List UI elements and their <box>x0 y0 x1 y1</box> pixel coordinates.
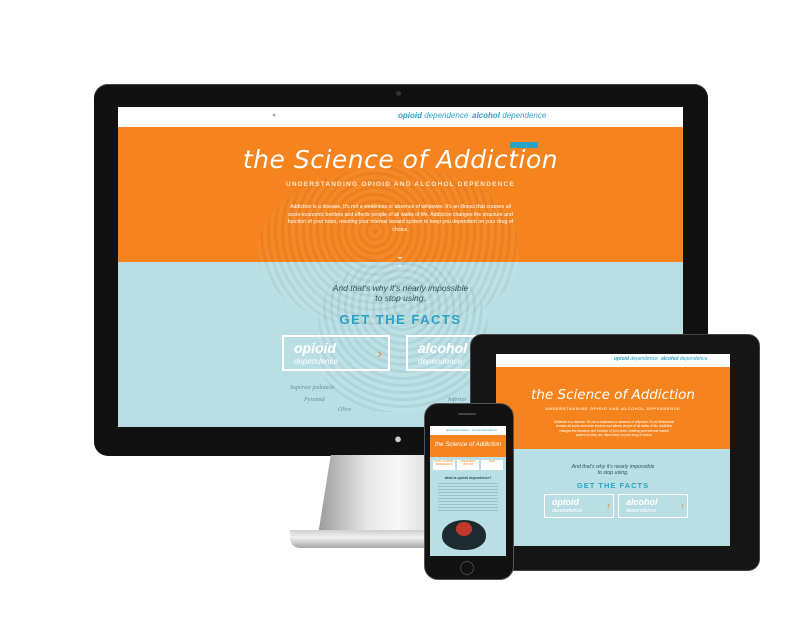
hero-title: the Science of Addiction <box>242 145 559 174</box>
share-button[interactable] <box>510 142 538 148</box>
brain-image-highlight <box>456 522 472 536</box>
phone-screen: opioid dependence alcohol dependence the… <box>430 426 506 556</box>
tagline: And that's why it's nearly impossible to … <box>571 464 655 476</box>
phone-tabs: WHAT IS OPIOID DEPENDENCE TREATMENT OPTI… <box>433 460 503 470</box>
section-heading: what is opioid dependence? <box>444 476 492 480</box>
hero-body-text: Addiction is a disease. It's not a weakn… <box>287 204 514 233</box>
tab-what-is[interactable]: WHAT IS OPIOID DEPENDENCE <box>433 460 455 470</box>
hero-subtitle: UNDERSTANDING OPIOID AND ALCOHOL DEPENDE… <box>286 181 515 188</box>
body-text <box>438 483 498 513</box>
nav-link-opioid[interactable]: opioid dependence <box>398 111 468 120</box>
home-icon[interactable]: ● <box>272 112 278 119</box>
chevron-right-icon: › <box>607 500 610 510</box>
chevron-right-icon: › <box>681 500 684 510</box>
brain-label: Olive <box>338 407 351 413</box>
site-nav: opioid dependence alcohol dependence <box>430 426 506 435</box>
opioid-dependence-button[interactable]: opioid dependence › <box>544 494 614 518</box>
hero-body-text: Addiction is a disease. It's not a weakn… <box>554 420 674 438</box>
tab-help[interactable]: HELP <box>481 460 503 470</box>
hero-title: the Science of Addiction <box>434 441 502 448</box>
nav-link-opioid[interactable]: opioid dependence <box>446 428 470 432</box>
webcam <box>396 91 401 96</box>
nav-link-opioid[interactable]: opioid dependence <box>614 356 658 362</box>
nav-link-alcohol[interactable]: alcohol dependence <box>472 428 497 432</box>
nav-link-alcohol[interactable]: alcohol dependence <box>661 356 707 362</box>
alcohol-dependence-button[interactable]: alcohol dependence › <box>618 494 688 518</box>
brain-label: Pyramid <box>304 397 325 403</box>
get-the-facts-heading: GET THE FACTS <box>339 312 462 327</box>
tab-treatment[interactable]: TREATMENT OPTIONS <box>457 460 479 470</box>
site-nav: ● opioid dependence alcohol dependence <box>118 107 683 127</box>
brain-label: Superior peduncle <box>290 385 335 391</box>
chevron-right-icon: › <box>377 345 382 361</box>
phone-speaker <box>458 413 476 415</box>
home-button[interactable] <box>460 561 474 575</box>
opioid-dependence-button[interactable]: opioid dependence › <box>282 335 390 371</box>
site-nav: opioid dependence alcohol dependence <box>496 354 730 367</box>
apple-logo-icon: ● <box>394 431 402 446</box>
hero-title: the Science of Addiction <box>531 387 695 403</box>
get-the-facts-heading: GET THE FACTS <box>576 481 650 490</box>
hero-subtitle: UNDERSTANDING OPIOID AND ALCOHOL DEPENDE… <box>545 406 681 411</box>
tagline: And that's why it's nearly impossible to … <box>332 283 469 303</box>
nav-link-alcohol[interactable]: alcohol dependence <box>472 111 546 120</box>
tablet-screen: opioid dependence alcohol dependence the… <box>496 354 730 546</box>
